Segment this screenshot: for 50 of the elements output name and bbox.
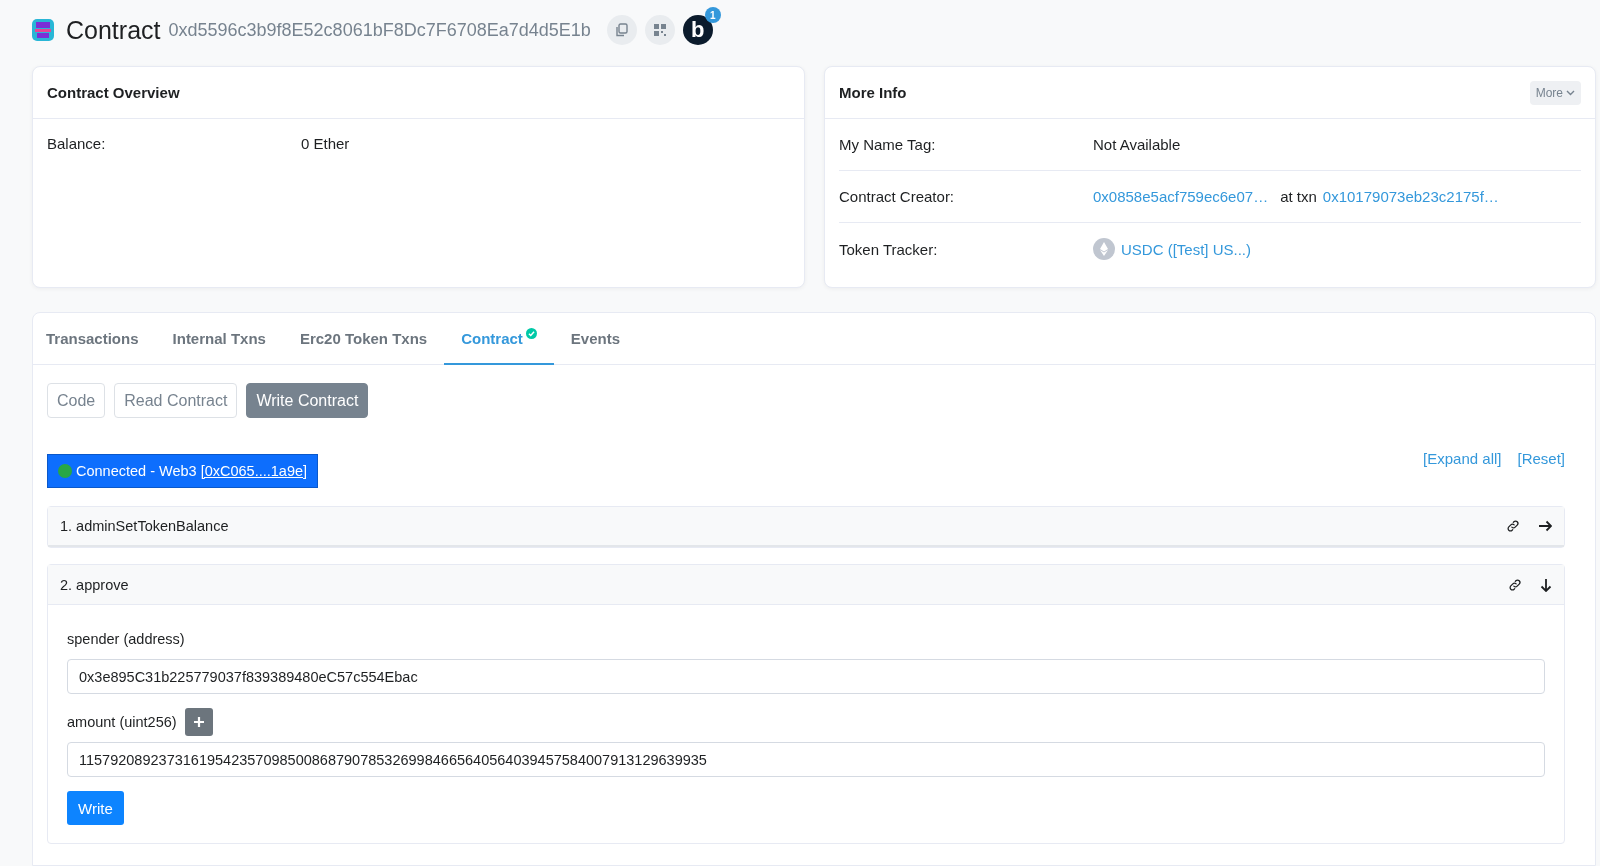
input-field[interactable]: 115792089237316195423570985008687907853269984665640564039457584007913129639935 (67, 742, 1545, 777)
txn-hash-link[interactable]: 0x10179073eb23c2175f… (1322, 188, 1499, 205)
add-button[interactable] (184, 708, 213, 736)
plus-icon (192, 716, 205, 728)
ethereum-icon (1093, 238, 1115, 260)
input-field[interactable]: 0x3e895C31b225779037f839389480eC57c554Ebac (67, 659, 1545, 694)
tab[interactable]: Internal Txns (155, 313, 283, 365)
card-title: Contract Overview (47, 84, 180, 101)
function-title: 2. approve (60, 576, 129, 593)
right-arrow-icon[interactable] (1538, 520, 1552, 532)
notification-badge: 1 (704, 7, 721, 23)
account-link[interactable]: [0xC065....1a9e] (200, 463, 308, 479)
at-txn-text: at txn (1280, 188, 1317, 205)
field-label: Contract Creator: (839, 188, 956, 205)
sub-tab[interactable]: Read Contract (114, 383, 238, 418)
link-icon[interactable] (1506, 519, 1520, 533)
down-arrow-icon[interactable] (1540, 577, 1552, 592)
copy-icon (615, 23, 629, 37)
qr-code-icon (653, 24, 666, 36)
tab[interactable]: Erc20 Token Txns (282, 313, 445, 365)
tab[interactable]: Contract (444, 313, 554, 365)
function-header[interactable]: 1. adminSetTokenBalance (48, 507, 1564, 547)
sub-tab[interactable]: Code (47, 383, 106, 418)
tab[interactable]: Events (553, 313, 638, 365)
page-title: Contract (66, 15, 161, 45)
token-link[interactable]: USDC ([Test] US...) (1121, 240, 1251, 258)
field-label: My Name Tag: (839, 136, 937, 153)
card-title: More Info (839, 84, 907, 101)
connection-text: Connected - Web3 (76, 463, 197, 479)
creator-address-link[interactable]: 0x0858e5acf759ec6e07… (1093, 188, 1269, 205)
reset-link[interactable]: [Reset] (1517, 450, 1565, 467)
function-header[interactable]: 2. approve (48, 565, 1564, 605)
qr-code-button[interactable] (644, 15, 675, 45)
expand-all-link[interactable]: [Expand all] (1423, 450, 1502, 467)
link-icon[interactable] (1508, 577, 1522, 592)
chevron-down-icon (1566, 89, 1575, 96)
contract-logo-icon (32, 19, 54, 41)
more-dropdown[interactable]: More (1529, 80, 1581, 105)
field-value: Not Available (1093, 136, 1182, 153)
field-value: 0 Ether (301, 135, 351, 152)
param-label: amount (uint256) (67, 714, 177, 730)
write-button[interactable]: Write (67, 791, 124, 825)
field-label: Balance: (47, 135, 107, 152)
sub-tab[interactable]: Write Contract (246, 383, 369, 418)
contract-address: 0xd5596c3b9f8E52c8061bF8Dc7F6708Ea7d4d5E1b (168, 19, 591, 41)
function-title: 1. adminSetTokenBalance (60, 518, 229, 534)
tab[interactable]: Transactions (33, 313, 156, 365)
copy-button[interactable] (606, 15, 637, 45)
param-label: spender (address) (67, 631, 185, 647)
field-label: Token Tracker: (839, 240, 939, 258)
